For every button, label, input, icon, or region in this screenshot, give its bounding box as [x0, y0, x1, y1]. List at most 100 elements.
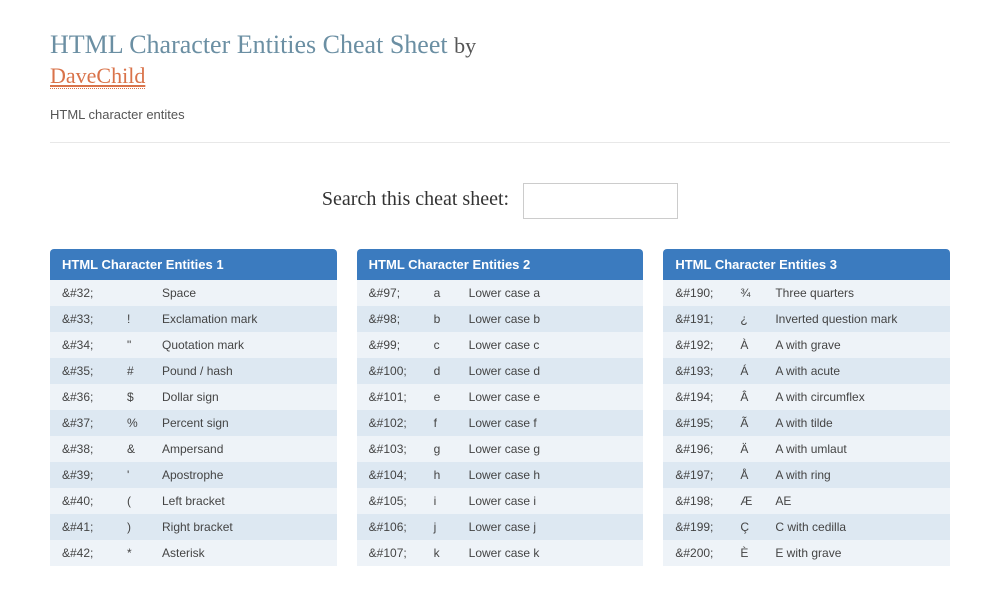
entity-char: #	[127, 364, 162, 378]
entity-code: &#97;	[369, 286, 434, 300]
entity-code: &#193;	[675, 364, 740, 378]
entity-block-2: HTML Character Entities 2 &#97;aLower ca…	[357, 249, 644, 566]
entity-code: &#39;	[62, 468, 127, 482]
table-row: &#194;ÂA with circumflex	[663, 384, 950, 410]
entity-code: &#36;	[62, 390, 127, 404]
entity-char: c	[434, 338, 469, 352]
entity-char: f	[434, 416, 469, 430]
author-link[interactable]: DaveChild	[50, 64, 145, 89]
entity-char: Â	[740, 390, 775, 404]
entity-char: j	[434, 520, 469, 534]
entity-description: A with ring	[775, 468, 938, 482]
search-label: Search this cheat sheet:	[322, 188, 509, 210]
table-row: &#36;$Dollar sign	[50, 384, 337, 410]
table-row: &#41;)Right bracket	[50, 514, 337, 540]
entity-char: Ç	[740, 520, 775, 534]
entity-code: &#196;	[675, 442, 740, 456]
entity-description: A with umlaut	[775, 442, 938, 456]
entity-char: Ã	[740, 416, 775, 430]
entity-char	[127, 286, 162, 300]
entity-description: E with grave	[775, 546, 938, 560]
entity-description: Lower case f	[469, 416, 632, 430]
entity-char: Æ	[740, 494, 775, 508]
entity-code: &#41;	[62, 520, 127, 534]
rows-container: &#190;¾Three quarters&#191;¿Inverted que…	[663, 280, 950, 566]
entity-code: &#105;	[369, 494, 434, 508]
entity-code: &#38;	[62, 442, 127, 456]
entity-description: Percent sign	[162, 416, 325, 430]
entity-code: &#99;	[369, 338, 434, 352]
entity-description: Lower case j	[469, 520, 632, 534]
entity-code: &#104;	[369, 468, 434, 482]
entity-description: Quotation mark	[162, 338, 325, 352]
entity-code: &#197;	[675, 468, 740, 482]
table-row: &#200;ÈE with grave	[663, 540, 950, 566]
page-header: HTML Character Entities Cheat Sheet by D…	[50, 30, 950, 143]
entity-char: Å	[740, 468, 775, 482]
entity-description: AE	[775, 494, 938, 508]
table-row: &#101;eLower case e	[357, 384, 644, 410]
rows-container: &#97;aLower case a&#98;bLower case b&#99…	[357, 280, 644, 566]
table-row: &#42;*Asterisk	[50, 540, 337, 566]
entity-description: Right bracket	[162, 520, 325, 534]
block-header: HTML Character Entities 3	[663, 249, 950, 280]
entity-char: ¾	[740, 286, 775, 300]
entity-description: Space	[162, 286, 325, 300]
entity-char: *	[127, 546, 162, 560]
entity-char: "	[127, 338, 162, 352]
table-row: &#198;ÆAE	[663, 488, 950, 514]
entity-code: &#198;	[675, 494, 740, 508]
table-row: &#192;ÀA with grave	[663, 332, 950, 358]
entity-block-1: HTML Character Entities 1 &#32; Space&#3…	[50, 249, 337, 566]
entity-description: Lower case d	[469, 364, 632, 378]
search-input[interactable]	[523, 183, 678, 219]
table-row: &#196;ÄA with umlaut	[663, 436, 950, 462]
entity-description: Asterisk	[162, 546, 325, 560]
table-row: &#38;&Ampersand	[50, 436, 337, 462]
table-row: &#191;¿Inverted question mark	[663, 306, 950, 332]
table-row: &#104;hLower case h	[357, 462, 644, 488]
entity-code: &#103;	[369, 442, 434, 456]
entity-code: &#40;	[62, 494, 127, 508]
entity-code: &#191;	[675, 312, 740, 326]
entity-description: Dollar sign	[162, 390, 325, 404]
entity-char: Á	[740, 364, 775, 378]
entity-description: Lower case k	[469, 546, 632, 560]
entity-char: &	[127, 442, 162, 456]
entity-code: &#37;	[62, 416, 127, 430]
entity-description: A with acute	[775, 364, 938, 378]
entity-char: ¿	[740, 312, 775, 326]
entity-description: A with tilde	[775, 416, 938, 430]
block-header: HTML Character Entities 1	[50, 249, 337, 280]
entity-char: À	[740, 338, 775, 352]
entity-code: &#107;	[369, 546, 434, 560]
entity-code: &#100;	[369, 364, 434, 378]
rows-container: &#32; Space&#33;!Exclamation mark&#34;"Q…	[50, 280, 337, 566]
page-title: HTML Character Entities Cheat Sheet	[50, 30, 448, 59]
table-row: &#197;ÅA with ring	[663, 462, 950, 488]
entity-description: C with cedilla	[775, 520, 938, 534]
entity-description: Lower case c	[469, 338, 632, 352]
table-row: &#103;gLower case g	[357, 436, 644, 462]
entity-description: Lower case g	[469, 442, 632, 456]
entity-char: i	[434, 494, 469, 508]
table-row: &#99;cLower case c	[357, 332, 644, 358]
entity-block-3: HTML Character Entities 3 &#190;¾Three q…	[663, 249, 950, 566]
entity-code: &#42;	[62, 546, 127, 560]
table-row: &#100;dLower case d	[357, 358, 644, 384]
entity-code: &#192;	[675, 338, 740, 352]
table-row: &#33;!Exclamation mark	[50, 306, 337, 332]
block-header: HTML Character Entities 2	[357, 249, 644, 280]
table-row: &#35;#Pound / hash	[50, 358, 337, 384]
entity-description: Ampersand	[162, 442, 325, 456]
entity-description: Lower case a	[469, 286, 632, 300]
entity-code: &#33;	[62, 312, 127, 326]
entity-description: A with grave	[775, 338, 938, 352]
entity-description: Lower case b	[469, 312, 632, 326]
entity-code: &#35;	[62, 364, 127, 378]
entity-description: Left bracket	[162, 494, 325, 508]
entity-code: &#199;	[675, 520, 740, 534]
entity-description: A with circumflex	[775, 390, 938, 404]
entity-char: Ä	[740, 442, 775, 456]
entity-code: &#200;	[675, 546, 740, 560]
